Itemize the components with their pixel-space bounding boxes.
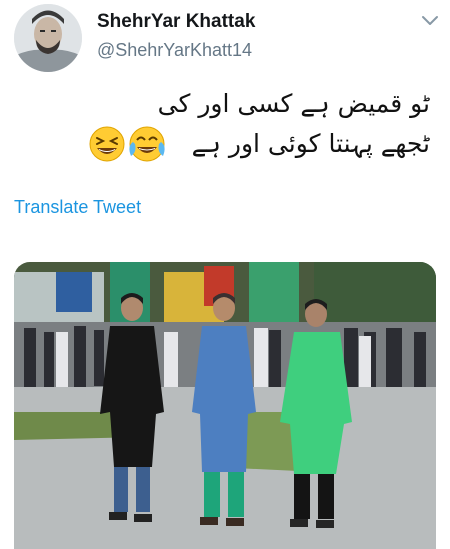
tweet-media-photo[interactable] (14, 262, 436, 549)
grinning-squinting-face-icon (89, 126, 125, 162)
photo-three-men-walking-icon (14, 262, 436, 549)
author-display-name[interactable]: ShehrYar Khattak (97, 11, 255, 33)
tweet-header: ShehrYar Khattak @ShehrYarKhatt14 (0, 0, 450, 78)
avatar-photo-icon (14, 4, 82, 72)
author-avatar[interactable] (14, 4, 82, 72)
emoji-group (89, 124, 169, 164)
translate-tweet-link[interactable]: Translate Tweet (14, 197, 141, 218)
author-handle[interactable]: @ShehrYarKhatt14 (97, 40, 252, 61)
tweet-line-1: ٹو قمیض ہے کسی اور کی (157, 89, 430, 118)
face-with-tears-of-joy-icon (129, 126, 165, 162)
chevron-down-icon[interactable] (418, 10, 442, 32)
